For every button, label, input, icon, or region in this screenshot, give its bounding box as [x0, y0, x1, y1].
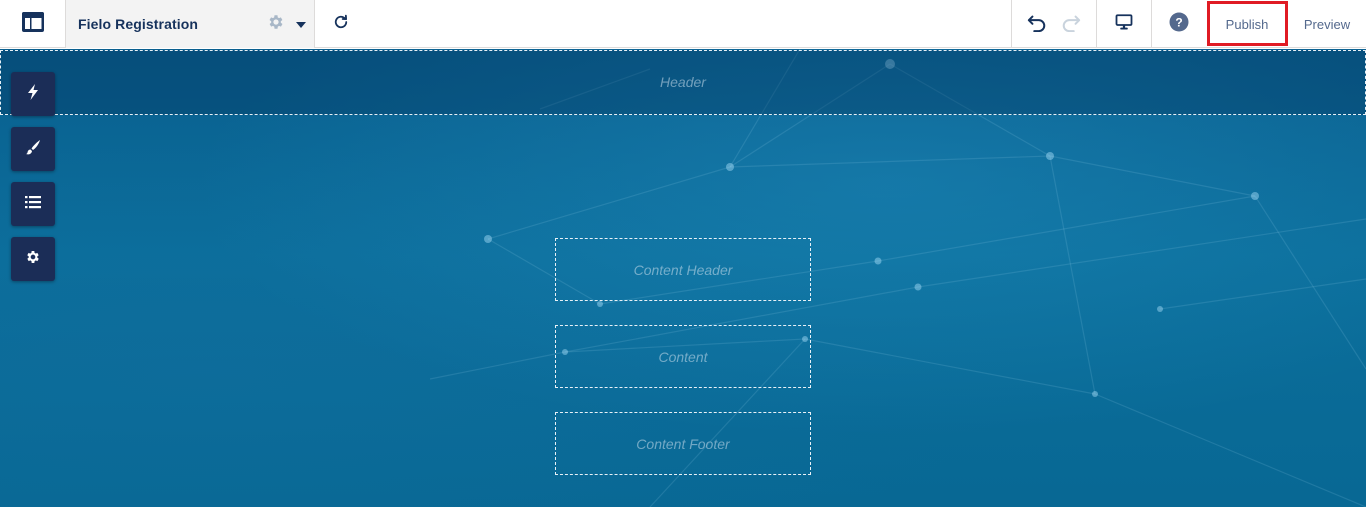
page-menu-button[interactable]: [294, 14, 308, 34]
layout-panel-icon: [21, 11, 45, 38]
app-menu-button[interactable]: [0, 0, 66, 48]
help-button[interactable]: ?: [1152, 0, 1206, 48]
device-preview-button[interactable]: [1097, 0, 1152, 48]
caret-down-icon: [296, 15, 306, 33]
content-dropzone[interactable]: Content: [555, 325, 811, 388]
publish-highlight-frame: [1207, 1, 1288, 46]
preview-label: Preview: [1303, 16, 1351, 32]
content-footer-label: Content Footer: [636, 435, 730, 452]
svg-text:?: ?: [1175, 15, 1182, 29]
theme-tool-button[interactable]: [11, 127, 55, 171]
page-title-area: Fielo Registration: [66, 0, 315, 48]
content-footer-dropzone[interactable]: Content Footer: [555, 412, 811, 475]
undo-icon: [1026, 15, 1048, 36]
redo-icon: [1060, 15, 1082, 36]
page-settings-button[interactable]: [265, 13, 287, 35]
content-header-label: Content Header: [633, 261, 733, 278]
gear-icon: [25, 249, 41, 270]
header-dropzone[interactable]: Header: [0, 50, 1366, 115]
page-title: Fielo Registration: [78, 16, 199, 32]
desktop-icon: [1115, 13, 1133, 36]
help-icon: ?: [1169, 12, 1189, 37]
publish-button[interactable]: Publish: [1206, 0, 1288, 48]
content-label: Content: [658, 348, 708, 365]
gear-icon: [267, 13, 285, 36]
content-header-dropzone[interactable]: Content Header: [555, 238, 811, 301]
preview-button[interactable]: Preview: [1288, 0, 1366, 48]
lightning-icon: [26, 83, 40, 105]
components-tool-button[interactable]: [11, 72, 55, 116]
list-icon: [25, 195, 41, 214]
undo-button[interactable]: [1026, 12, 1048, 37]
top-toolbar: Fielo Registration ? Publish Preview: [0, 0, 1366, 48]
refresh-icon: [332, 13, 350, 36]
history-controls: [1011, 0, 1097, 48]
page-canvas: Header Content Header Content Content Fo…: [0, 49, 1366, 507]
refresh-button[interactable]: [315, 0, 367, 48]
page-structure-tool-button[interactable]: [11, 182, 55, 226]
redo-button[interactable]: [1060, 12, 1082, 37]
settings-tool-button[interactable]: [11, 237, 55, 281]
brush-icon: [25, 139, 41, 160]
header-zone-label: Header: [660, 73, 706, 90]
